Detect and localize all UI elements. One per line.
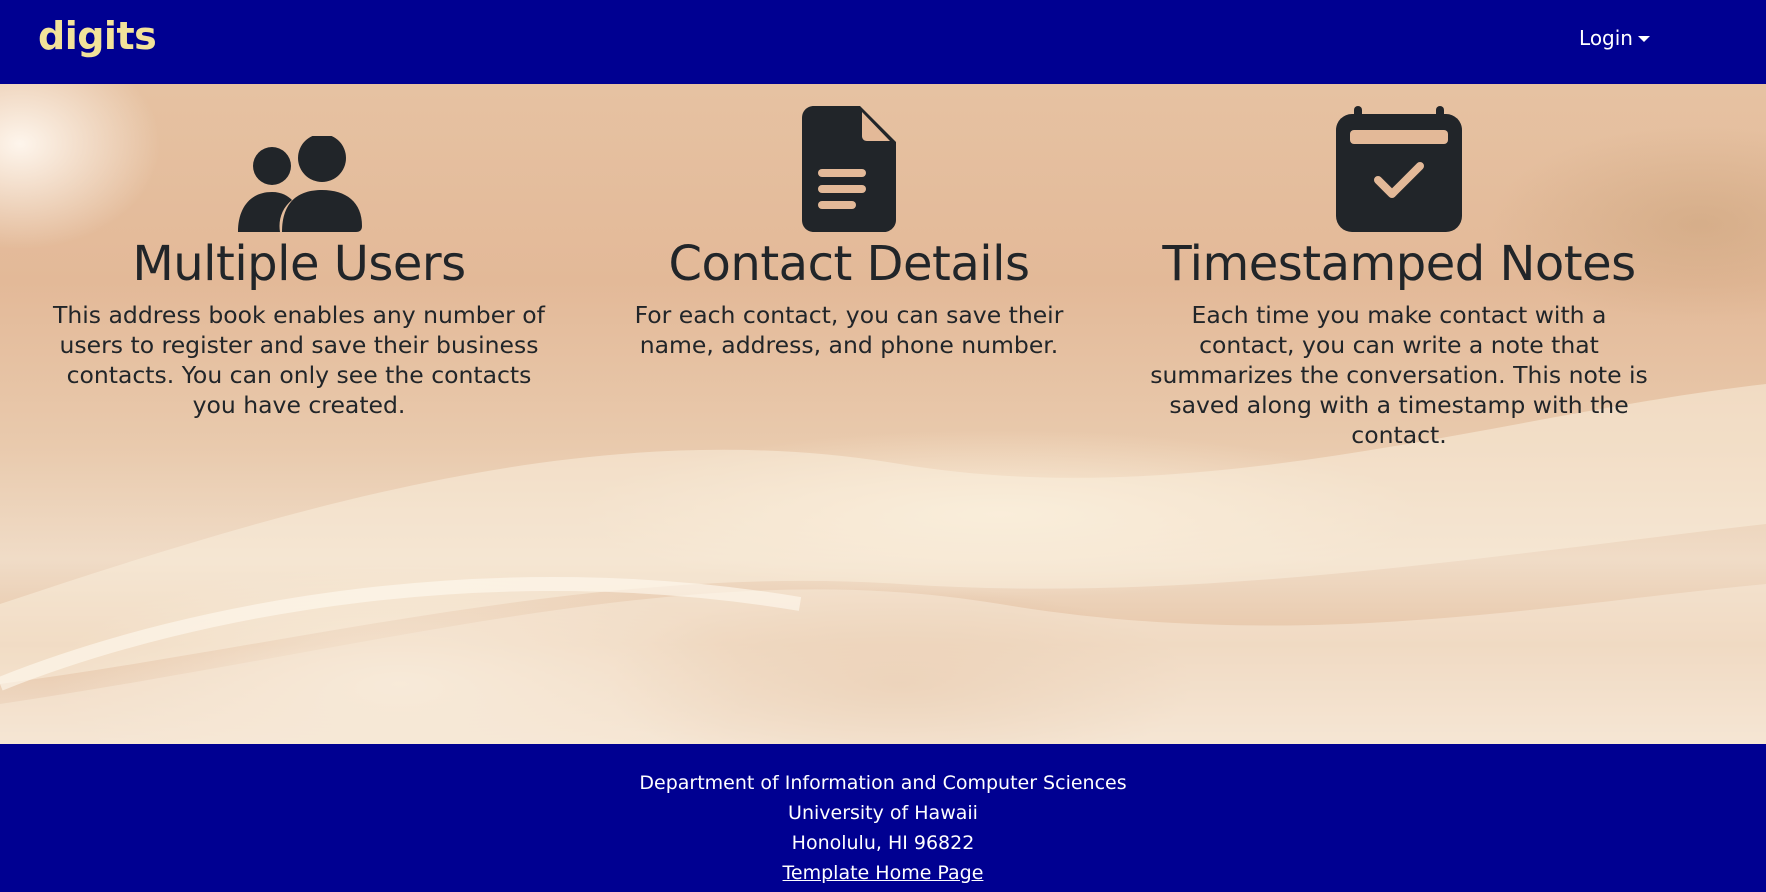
feature-title: Timestamped Notes <box>1162 236 1636 292</box>
feature-contact-details: Contact Details For each contact, you ca… <box>589 104 1109 360</box>
feature-title: Contact Details <box>668 236 1030 292</box>
footer-department: Department of Information and Computer S… <box>639 772 1127 794</box>
login-label: Login <box>1579 26 1633 50</box>
file-text-icon <box>589 104 1109 232</box>
caret-down-icon <box>1638 36 1650 42</box>
navbar: digits Login <box>0 0 1766 84</box>
login-dropdown[interactable]: Login <box>1579 26 1650 50</box>
template-home-link[interactable]: Template Home Page <box>783 862 984 884</box>
footer: Department of Information and Computer S… <box>0 744 1766 892</box>
feature-description: This address book enables any number of … <box>53 301 545 419</box>
calendar-check-icon <box>1139 104 1659 232</box>
feature-title: Multiple Users <box>132 236 466 292</box>
feature-description: For each contact, you can save their nam… <box>634 301 1064 359</box>
footer-address: Honolulu, HI 96822 <box>791 832 975 854</box>
feature-multiple-users: Multiple Users This address book enables… <box>39 104 559 420</box>
landing-hero: Multiple Users This address book enables… <box>0 84 1766 744</box>
footer-university: University of Hawaii <box>788 802 978 824</box>
feature-description: Each time you make contact with a contac… <box>1150 301 1648 449</box>
users-icon <box>39 104 559 232</box>
brand-logo[interactable]: digits <box>38 14 157 58</box>
feature-timestamped-notes: Timestamped Notes Each time you make con… <box>1139 104 1659 450</box>
